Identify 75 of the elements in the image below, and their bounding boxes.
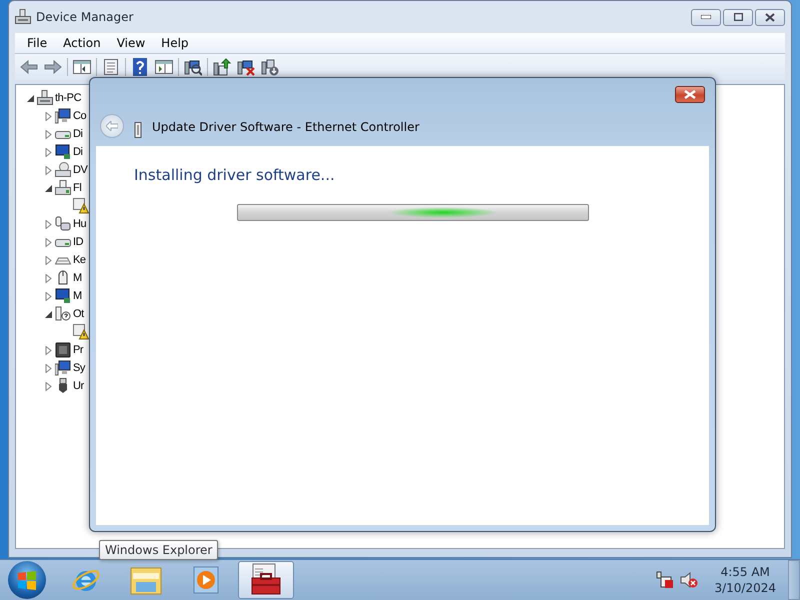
toolbar-button[interactable] xyxy=(130,57,150,77)
maximize-icon xyxy=(734,13,742,21)
warning-device-icon xyxy=(73,198,89,214)
tooltip: Windows Explorer xyxy=(99,540,218,560)
toolbox-icon xyxy=(249,563,283,597)
taskbar-button[interactable] xyxy=(238,561,294,599)
clock-time: 4:55 AM xyxy=(720,564,770,580)
close-icon xyxy=(765,12,775,22)
device-category[interactable]: M xyxy=(73,290,82,302)
device-category[interactable]: Fl xyxy=(73,182,82,194)
device-category[interactable]: ID xyxy=(73,236,84,248)
network-adapter-icon xyxy=(134,122,142,138)
close-button[interactable] xyxy=(675,86,705,103)
menu-item[interactable]: View xyxy=(108,36,154,50)
device-category[interactable]: DV xyxy=(73,164,88,176)
device-category[interactable]: Sy xyxy=(73,362,86,374)
toolbar-button[interactable] xyxy=(260,57,280,77)
minimize-button[interactable] xyxy=(691,8,721,26)
collapse-arrow-icon[interactable] xyxy=(44,184,53,192)
minimize-icon xyxy=(701,15,711,19)
device-category[interactable]: th-PC xyxy=(55,92,82,104)
monitor-icon xyxy=(55,108,71,124)
forward-arrow-icon xyxy=(44,60,62,74)
device-category[interactable]: Di xyxy=(73,146,83,158)
network-error-icon[interactable] xyxy=(656,571,674,589)
close-icon xyxy=(684,90,696,99)
device-category[interactable]: Ke xyxy=(73,254,86,266)
device-category[interactable]: Ot xyxy=(73,308,84,320)
uninstall-device-icon xyxy=(261,58,279,76)
menu-item[interactable]: File xyxy=(19,36,56,50)
input-device-icon xyxy=(55,216,71,232)
collapse-arrow-icon[interactable] xyxy=(44,310,53,318)
window-title: Device Manager xyxy=(36,10,134,24)
collapse-arrow-icon[interactable] xyxy=(26,94,35,102)
device-category[interactable]: Di xyxy=(73,128,83,140)
device-category[interactable]: M xyxy=(73,272,82,284)
back-arrow-icon xyxy=(20,60,38,74)
device-category[interactable]: Pr xyxy=(73,344,84,356)
display-icon xyxy=(55,288,71,304)
media-player-icon xyxy=(191,565,221,595)
toolbar-button[interactable] xyxy=(212,57,232,77)
monitor-icon xyxy=(55,360,71,376)
action-pane-icon xyxy=(155,60,173,74)
menu-item[interactable]: Help xyxy=(153,36,197,50)
menu-item[interactable]: Action xyxy=(55,36,109,50)
maximize-button[interactable] xyxy=(723,8,753,26)
start-button[interactable] xyxy=(8,561,46,599)
device-category[interactable]: Ur xyxy=(73,380,84,392)
disable-device-icon xyxy=(237,58,255,76)
disc-drive-icon xyxy=(55,162,71,178)
dialog-title: Update Driver Software - Ethernet Controller xyxy=(152,120,420,134)
speaker-muted-icon[interactable] xyxy=(680,571,698,589)
device-category[interactable]: Co xyxy=(73,110,86,122)
toolbar-button[interactable] xyxy=(101,57,121,77)
console-tree-icon xyxy=(73,60,91,74)
display-icon xyxy=(55,144,71,160)
status-heading: Installing driver software... xyxy=(134,166,336,184)
drive-icon xyxy=(55,180,71,196)
clock-date: 3/10/2024 xyxy=(714,580,776,596)
windows-logo-icon xyxy=(17,570,37,590)
close-button[interactable] xyxy=(755,8,785,26)
update-driver-icon xyxy=(213,58,231,76)
warning-device-icon xyxy=(73,324,89,340)
help-icon xyxy=(133,58,147,76)
computer-icon xyxy=(37,90,53,106)
processor-icon xyxy=(55,342,71,358)
toolbar-button[interactable] xyxy=(154,57,174,77)
properties-icon xyxy=(103,59,119,75)
back-arrow-icon xyxy=(106,121,118,131)
unknown-device-icon xyxy=(55,306,71,322)
scan-hardware-icon xyxy=(184,58,202,76)
toolbar-button[interactable] xyxy=(72,57,92,77)
clock[interactable]: 4:55 AM 3/10/2024 xyxy=(714,564,776,596)
device-category[interactable]: Hu xyxy=(73,218,86,230)
computer-icon xyxy=(15,9,31,25)
